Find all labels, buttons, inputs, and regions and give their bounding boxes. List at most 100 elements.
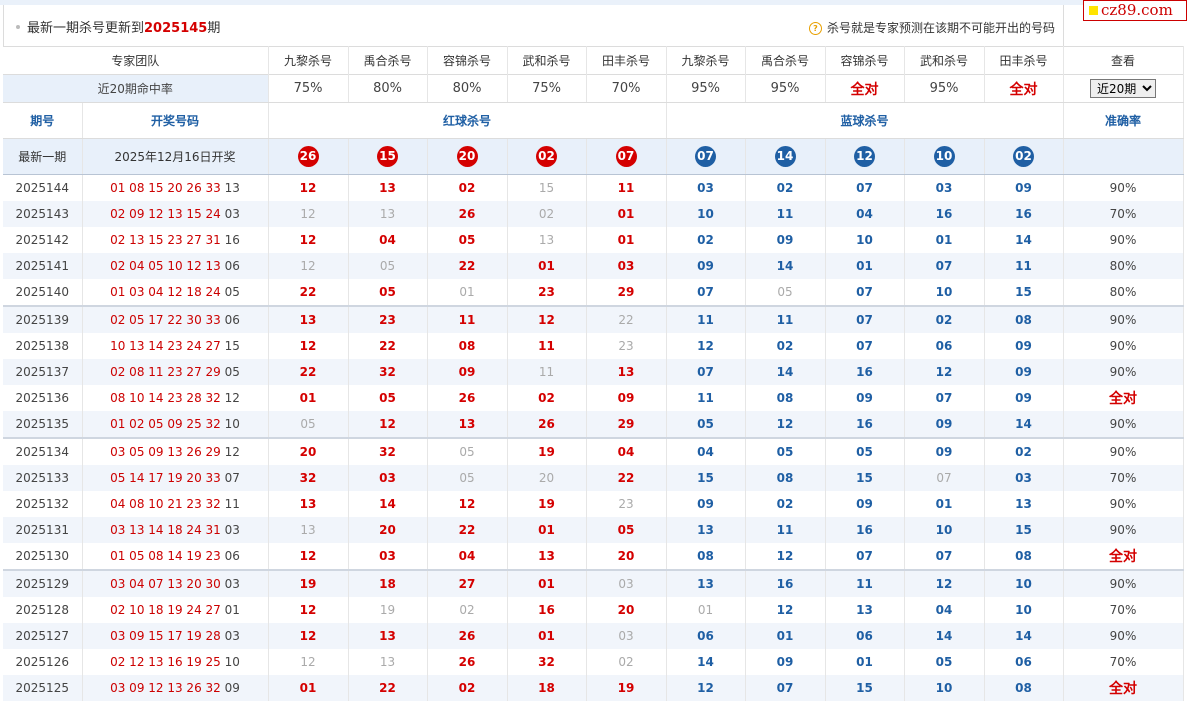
red-kill-number: 27 bbox=[427, 569, 508, 597]
blue-kill-number: 05 bbox=[666, 411, 746, 438]
blue-kill-number: 16 bbox=[745, 569, 826, 597]
blue-kill-number: 13 bbox=[666, 569, 746, 597]
blue-kill-number: 12 bbox=[904, 359, 985, 385]
red-kill-number: 22 bbox=[268, 359, 349, 385]
site-logo[interactable]: cz89.com bbox=[1083, 0, 1187, 21]
blue-kill-number: 11 bbox=[825, 569, 905, 597]
blue-kill-number: 10 bbox=[904, 279, 985, 306]
red-kill-number: 22 bbox=[427, 253, 508, 279]
blue-kill-number: 11 bbox=[745, 201, 826, 227]
blue-kill-header: 蓝球杀号 bbox=[666, 102, 1064, 139]
draw-red-numbers: 03 05 09 13 26 29 bbox=[110, 445, 221, 459]
blue-kill-number: 07 bbox=[825, 543, 905, 570]
blue-kill-number: 04 bbox=[904, 597, 985, 623]
draw-numbers: 02 10 18 19 24 27 01 bbox=[82, 597, 269, 623]
red-kill-number: 22 bbox=[586, 465, 667, 491]
blue-kill-number: 11 bbox=[745, 305, 826, 333]
latest-period-row: 最新一期 2025年12月16日开奖 26 15 20 02 07 07 14 … bbox=[3, 138, 1184, 175]
history-row: 2025128 02 10 18 19 24 27 01 12 19 02 16 20 01 1… bbox=[3, 597, 1184, 623]
accuracy-value: 全对 bbox=[1063, 675, 1184, 701]
teams-label: 专家团队 bbox=[3, 46, 269, 75]
history-row: 2025140 01 03 04 12 18 24 05 22 05 01 23 29 07 0… bbox=[3, 279, 1184, 306]
draw-red-numbers: 03 04 07 13 20 30 bbox=[110, 577, 221, 591]
blue-kill-number: 08 bbox=[745, 385, 826, 411]
draw-numbers: 02 09 12 13 15 24 03 bbox=[82, 201, 269, 227]
blue-kill-number: 01 bbox=[745, 623, 826, 649]
blue-kill-number: 08 bbox=[745, 465, 826, 491]
blue-kill-number: 01 bbox=[825, 649, 905, 675]
red-kill-number: 01 bbox=[507, 253, 587, 279]
team-name: 容锦杀号 bbox=[427, 46, 508, 75]
team-name: 禹合杀号 bbox=[348, 46, 428, 75]
period-number: 2025135 bbox=[3, 411, 83, 438]
period-range-select[interactable]: 近20期 bbox=[1090, 79, 1157, 98]
draw-numbers: 01 03 04 12 18 24 05 bbox=[82, 279, 269, 306]
draw-blue-number: 07 bbox=[224, 471, 240, 485]
question-icon: ? bbox=[808, 22, 822, 35]
blue-kill-number: 09 bbox=[904, 437, 985, 465]
red-ball: 15 bbox=[377, 146, 399, 167]
blue-kill-number: 11 bbox=[984, 253, 1064, 279]
blue-kill-number: 12 bbox=[666, 333, 746, 359]
blue-kill-number: 16 bbox=[825, 517, 905, 543]
draw-red-numbers: 01 08 15 20 26 33 bbox=[110, 181, 221, 195]
blue-kill-number: 09 bbox=[825, 385, 905, 411]
red-kill-number: 23 bbox=[507, 279, 587, 306]
draw-red-numbers: 10 13 14 23 24 27 bbox=[110, 339, 221, 353]
red-kill-number: 12 bbox=[268, 649, 349, 675]
draw-numbers: 02 08 11 23 27 29 05 bbox=[82, 359, 269, 385]
draw-blue-number: 06 bbox=[224, 259, 240, 273]
hit-rate: 95% bbox=[904, 74, 985, 103]
draw-numbers: 02 13 15 23 27 31 16 bbox=[82, 227, 269, 253]
draw-red-numbers: 01 05 08 14 19 23 bbox=[110, 549, 221, 563]
blue-kill-number: 11 bbox=[745, 517, 826, 543]
blue-kill-number: 14 bbox=[984, 227, 1064, 253]
red-kill-number: 18 bbox=[348, 569, 428, 597]
red-kill-number: 02 bbox=[427, 597, 508, 623]
draw-blue-number: 06 bbox=[224, 549, 240, 563]
draw-red-numbers: 05 14 17 19 20 33 bbox=[110, 471, 221, 485]
period-number: 2025126 bbox=[3, 649, 83, 675]
latest-accuracy bbox=[1063, 138, 1184, 175]
period-header: 期号 bbox=[3, 102, 83, 139]
accuracy-value: 90% bbox=[1063, 491, 1184, 517]
red-kill-number: 13 bbox=[268, 491, 349, 517]
red-kill-number: 04 bbox=[427, 543, 508, 570]
blue-kill-number: 02 bbox=[745, 174, 826, 201]
blue-ball-cell: 07 bbox=[666, 138, 746, 175]
blue-kill-number: 07 bbox=[666, 359, 746, 385]
blue-kill-number: 06 bbox=[984, 649, 1064, 675]
red-kill-number: 13 bbox=[348, 623, 428, 649]
blue-kill-number: 10 bbox=[666, 201, 746, 227]
blue-kill-number: 13 bbox=[984, 491, 1064, 517]
period-number: 2025125 bbox=[3, 675, 83, 701]
history-row: 2025137 02 08 11 23 27 29 05 22 32 09 11 13 07 1… bbox=[3, 359, 1184, 385]
red-kill-number: 01 bbox=[427, 279, 508, 306]
history-row: 2025125 03 09 12 13 26 32 09 01 22 02 18 19 12 0… bbox=[3, 675, 1184, 701]
period-number: 2025130 bbox=[3, 543, 83, 570]
blue-kill-number: 14 bbox=[984, 411, 1064, 438]
blue-kill-number: 01 bbox=[825, 253, 905, 279]
red-kill-number: 11 bbox=[507, 359, 587, 385]
period-number: 2025143 bbox=[3, 201, 83, 227]
red-kill-number: 22 bbox=[586, 305, 667, 333]
red-ball: 02 bbox=[536, 146, 558, 167]
blue-kill-number: 05 bbox=[825, 437, 905, 465]
red-kill-number: 02 bbox=[507, 385, 587, 411]
red-kill-number: 12 bbox=[427, 491, 508, 517]
red-kill-number: 05 bbox=[427, 437, 508, 465]
history-row: 2025135 01 02 05 09 25 32 10 05 12 13 26 29 05 1… bbox=[3, 411, 1184, 438]
red-kill-number: 13 bbox=[348, 649, 428, 675]
red-kill-number: 22 bbox=[268, 279, 349, 306]
accuracy-value: 70% bbox=[1063, 597, 1184, 623]
accuracy-value: 90% bbox=[1063, 411, 1184, 438]
blue-kill-number: 02 bbox=[666, 227, 746, 253]
team-name: 禹合杀号 bbox=[745, 46, 826, 75]
red-kill-number: 23 bbox=[586, 491, 667, 517]
blue-kill-number: 03 bbox=[904, 174, 985, 201]
period-number: 2025140 bbox=[3, 279, 83, 306]
history-row: 2025143 02 09 12 13 15 24 03 12 13 26 02 01 10 1… bbox=[3, 201, 1184, 227]
expert-team-row: 专家团队 九黎杀号 禹合杀号 容锦杀号 武和杀号 田丰杀号 九黎杀号 禹合杀号 … bbox=[3, 46, 1184, 75]
red-kill-number: 05 bbox=[427, 465, 508, 491]
red-kill-header: 红球杀号 bbox=[268, 102, 667, 139]
